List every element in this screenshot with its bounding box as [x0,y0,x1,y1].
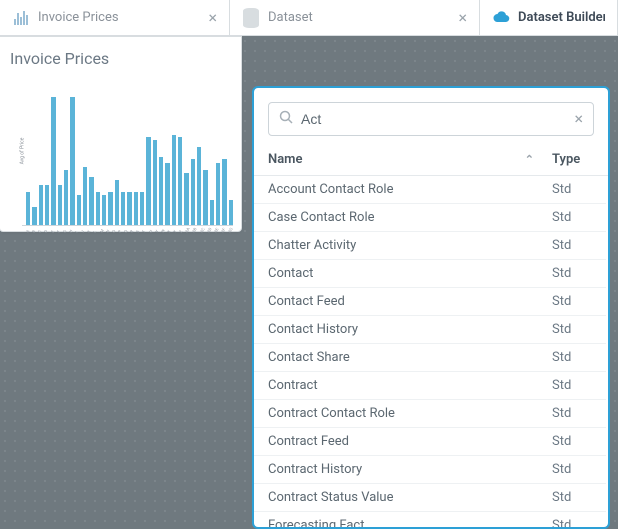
bar [172,135,176,225]
tab-dataset[interactable]: Dataset × [230,0,480,35]
search-input[interactable] [301,111,566,127]
bar [210,200,214,225]
cloud-icon [492,9,510,27]
list-item[interactable]: ContactStd [254,260,606,288]
list-item[interactable]: Contact ShareStd [254,344,606,372]
item-name: Contact [268,266,552,281]
bar [108,192,112,225]
database-icon [242,9,260,27]
bar [32,207,36,225]
bar [216,163,220,225]
search-icon [279,110,293,128]
item-name: Account Contact Role [268,182,552,197]
item-name: Contact Feed [268,294,552,309]
list-item[interactable]: Contact FeedStd [254,288,606,316]
bar [127,192,131,225]
item-type: Std [552,182,592,197]
list-item[interactable]: Account Contact RoleStd [254,176,606,204]
tab-invoice-prices[interactable]: Invoice Prices × [0,0,230,35]
bar [184,173,188,225]
bar [70,97,74,225]
chart-preview-card: Invoice Prices Avg of Price ABCDEFGHIJKL… [0,36,242,232]
object-list[interactable]: Account Contact RoleStdCase Contact Role… [254,176,608,527]
bar-chart: Avg of Price ABCDEFGHIJKLMNOPQRSTUVWXYZA… [22,76,233,226]
column-name[interactable]: Name [268,152,525,167]
item-name: Chatter Activity [268,238,552,253]
bar [165,163,169,225]
item-name: Contract History [268,462,552,477]
list-item[interactable]: Contract FeedStd [254,428,606,456]
bar [102,195,106,225]
bar [77,195,81,225]
y-axis-label: Avg of Price [19,137,25,164]
bar [222,159,226,225]
item-type: Std [552,406,592,421]
bar [197,147,201,225]
list-item[interactable]: Contract Status ValueStd [254,484,606,512]
sort-asc-icon[interactable]: ⌃ [525,153,534,166]
tab-dataset-builder[interactable]: Dataset Builder [480,0,618,35]
bar [96,192,100,225]
item-name: Contract [268,378,552,393]
tab-label: Invoice Prices [38,10,200,25]
tab-label: Dataset [268,10,450,25]
tab-label: Dataset Builder [518,10,605,25]
item-type: Std [552,490,592,505]
bar [153,140,157,225]
bar [26,192,30,225]
bar [45,185,49,225]
search-box[interactable]: × [268,102,594,136]
bar [229,200,233,225]
bar [203,170,207,225]
column-type[interactable]: Type [548,152,594,167]
list-item[interactable]: Case Contact RoleStd [254,204,606,232]
list-item[interactable]: Contract HistoryStd [254,456,606,484]
item-name: Contract Status Value [268,490,552,505]
bar [89,177,93,225]
tab-bar: Invoice Prices × Dataset × Dataset Build… [0,0,618,36]
bar [146,137,150,225]
item-name: Contact History [268,322,552,337]
item-type: Std [552,378,592,393]
item-name: Contract Feed [268,434,552,449]
item-name: Case Contact Role [268,210,552,225]
bar [58,185,62,225]
bar [51,97,55,225]
bar [134,192,138,225]
chart-icon [12,9,30,27]
item-name: Contact Share [268,350,552,365]
chart-title: Invoice Prices [10,49,231,68]
bar [159,157,163,225]
item-type: Std [552,462,592,477]
item-type: Std [552,294,592,309]
item-type: Std [552,322,592,337]
item-type: Std [552,210,592,225]
workspace-canvas: Invoice Prices Avg of Price ABCDEFGHIJKL… [0,36,618,529]
list-item[interactable]: ContractStd [254,372,606,400]
item-name: Forecasting Fact [268,518,552,527]
bar [178,137,182,225]
bar [115,180,119,225]
bar [64,170,68,225]
item-type: Std [552,238,592,253]
bar [140,192,144,225]
list-item[interactable]: Contact HistoryStd [254,316,606,344]
dataset-builder-panel: × Name ⌃ Type Account Contact RoleStdCas… [252,86,610,529]
close-icon[interactable]: × [458,10,467,26]
bar [121,192,125,225]
bar [191,159,195,225]
bar [83,167,87,225]
item-type: Std [552,434,592,449]
item-type: Std [552,350,592,365]
list-item[interactable]: Forecasting FactStd [254,512,606,527]
bar [39,185,43,225]
item-type: Std [552,266,592,281]
item-name: Contract Contact Role [268,406,552,421]
list-item[interactable]: Contract Contact RoleStd [254,400,606,428]
item-type: Std [552,518,592,527]
list-header: Name ⌃ Type [254,146,608,176]
close-icon[interactable]: × [208,10,217,26]
clear-icon[interactable]: × [574,111,583,127]
list-item[interactable]: Chatter ActivityStd [254,232,606,260]
